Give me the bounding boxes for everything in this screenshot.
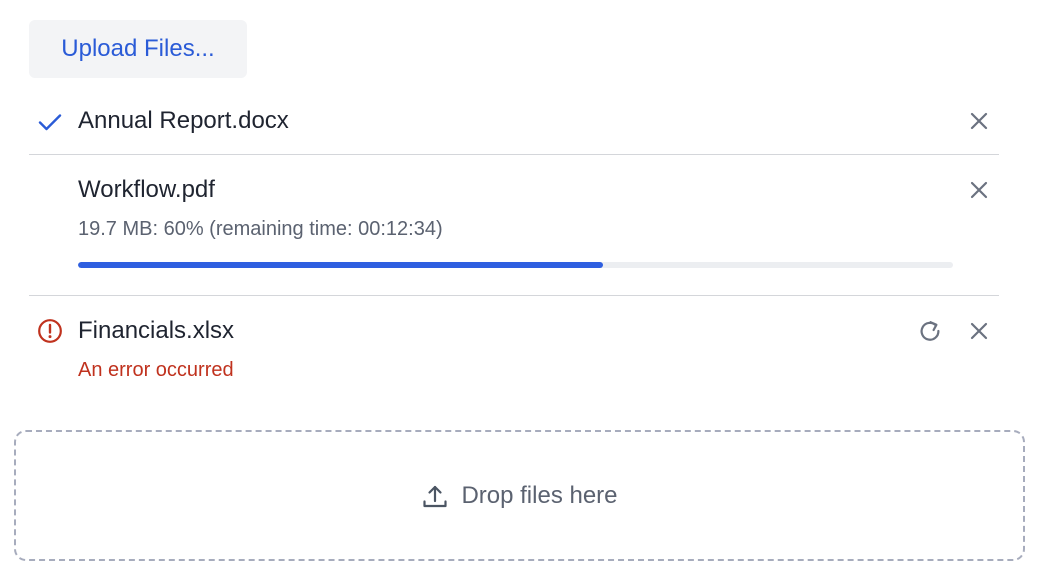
progress-bar — [78, 262, 953, 268]
check-icon — [37, 109, 63, 135]
close-icon — [969, 180, 989, 203]
upload-progress-text: 19.7 MB: 60% (remaining time: 00:12:34) — [78, 218, 443, 240]
file-name: Workflow.pdf — [78, 176, 215, 203]
upload-icon — [421, 482, 449, 510]
progress-bar-fill — [78, 262, 603, 268]
error-circle-icon — [37, 318, 63, 344]
close-icon — [969, 111, 989, 134]
close-icon — [969, 321, 989, 344]
file-item-financials: Financials.xlsx An error occurred — [29, 296, 999, 406]
file-name: Financials.xlsx — [78, 317, 235, 344]
remove-file-button[interactable] — [962, 315, 996, 349]
drop-zone[interactable]: Drop files here — [14, 430, 1025, 561]
drop-zone-label: Drop files here — [461, 481, 618, 509]
file-item-workflow: Workflow.pdf 19.7 MB: 60% (remaining tim… — [29, 155, 999, 296]
file-name: Annual Report.docx — [78, 107, 289, 134]
error-message: An error occurred — [78, 359, 234, 381]
file-upload-panel: Upload Files... Annual Report.docx Workf… — [0, 0, 1043, 574]
retry-upload-button[interactable] — [913, 315, 947, 349]
retry-icon — [917, 318, 943, 347]
cancel-upload-button[interactable] — [962, 174, 996, 208]
upload-files-button[interactable]: Upload Files... — [29, 20, 247, 78]
remove-file-button[interactable] — [962, 105, 996, 139]
file-item-annual-report: Annual Report.docx — [29, 98, 999, 155]
